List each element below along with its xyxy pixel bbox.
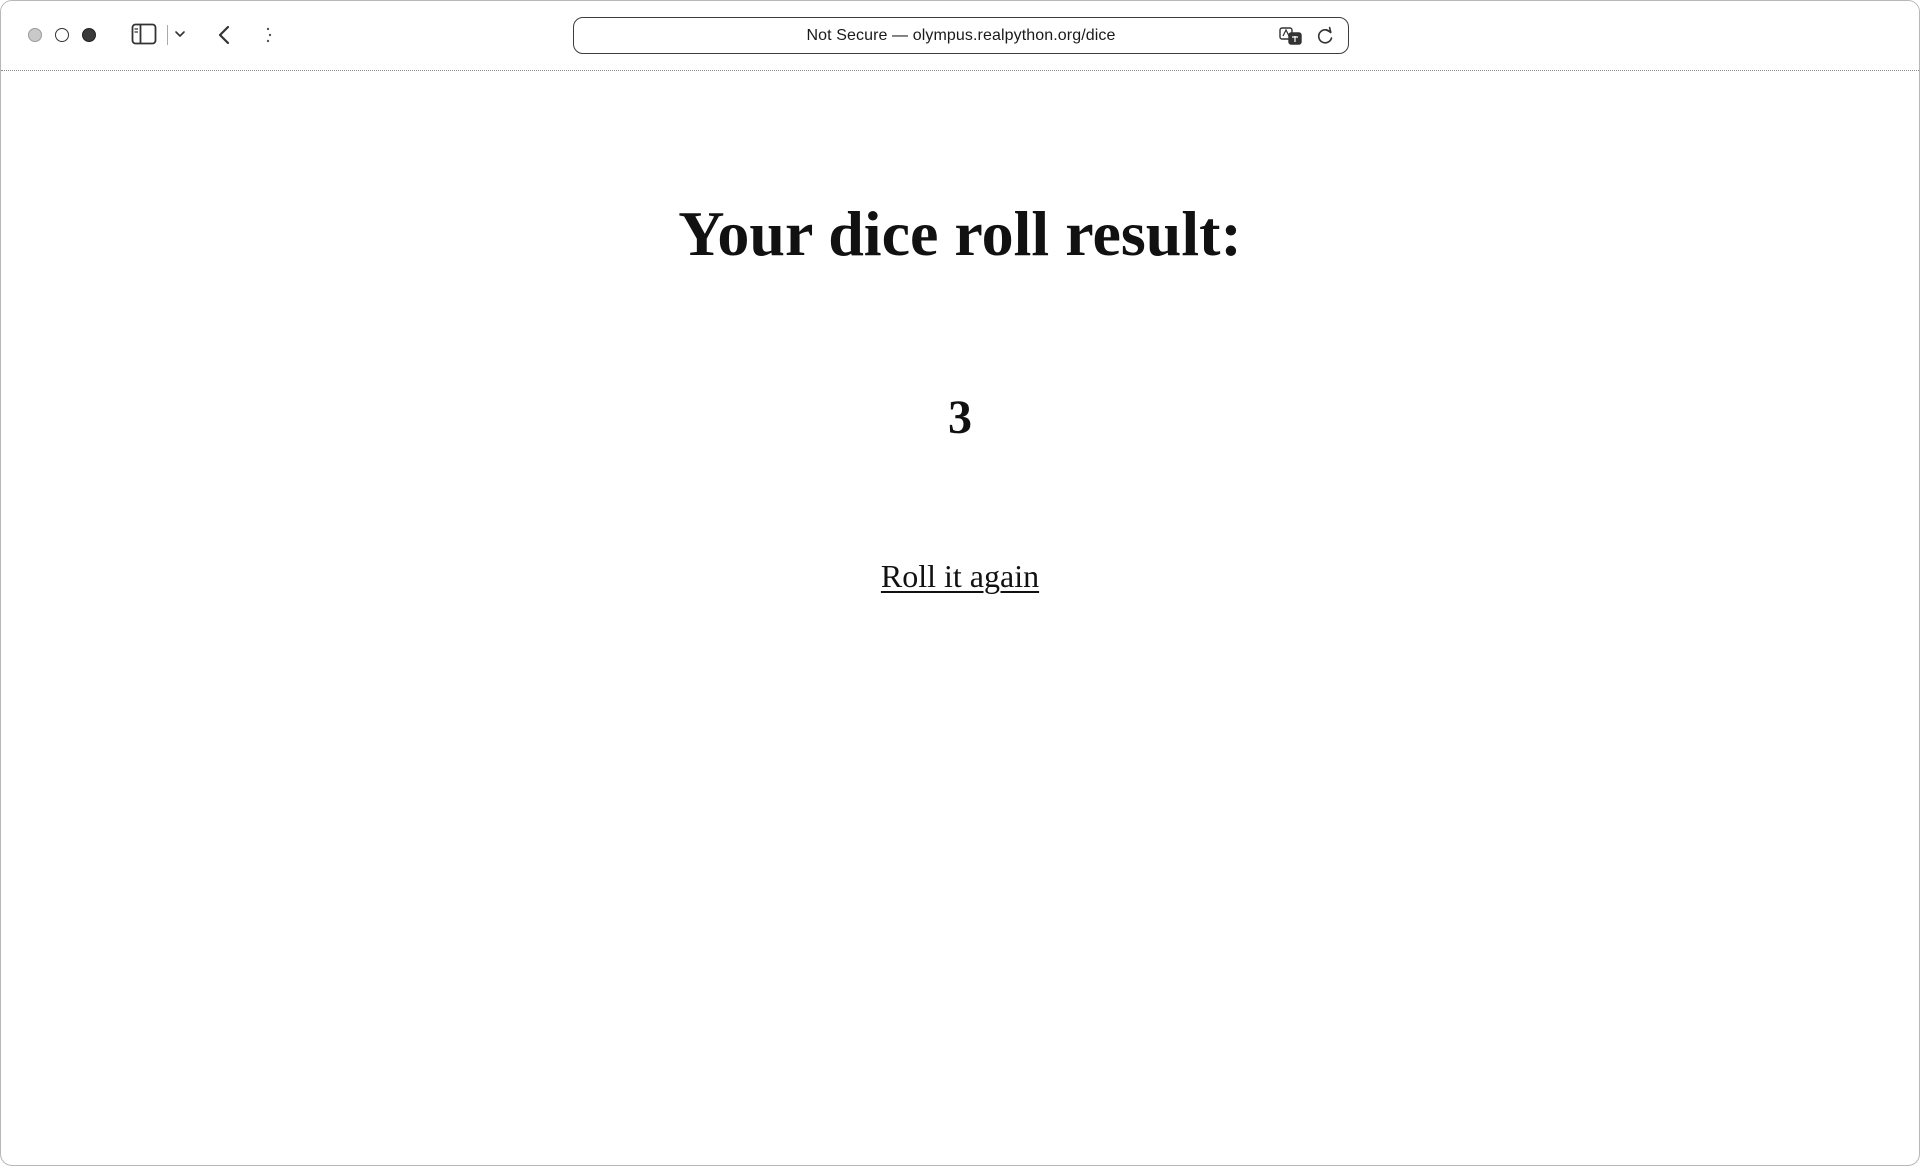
browser-window: Not Secure — olympus.realpython.org/dice… [0, 0, 1920, 1166]
address-bar-text: Not Secure — olympus.realpython.org/dice [806, 26, 1116, 44]
sidebar-icon[interactable] [131, 23, 157, 45]
back-arrow-icon[interactable] [215, 23, 235, 47]
window-maximize-button[interactable] [82, 28, 96, 42]
dice-roll-result: 3 [948, 391, 972, 444]
translate-icon[interactable] [1278, 25, 1304, 47]
page-content: Your dice roll result: 3 Roll it again [1, 72, 1919, 1165]
reload-icon[interactable] [1314, 25, 1336, 47]
window-minimize-button[interactable] [55, 28, 69, 42]
forward-arrow-icon[interactable] [259, 23, 279, 47]
chevron-down-icon[interactable] [173, 27, 187, 41]
toolbar-divider [167, 25, 168, 45]
browser-toolbar: Not Secure — olympus.realpython.org/dice [1, 1, 1919, 71]
window-close-button[interactable] [28, 28, 42, 42]
roll-again-container: Roll it again [1, 560, 1919, 592]
page-title: Your dice roll result: [678, 198, 1242, 269]
address-bar[interactable]: Not Secure — olympus.realpython.org/dice [573, 17, 1349, 54]
roll-again-link[interactable]: Roll it again [881, 558, 1039, 594]
